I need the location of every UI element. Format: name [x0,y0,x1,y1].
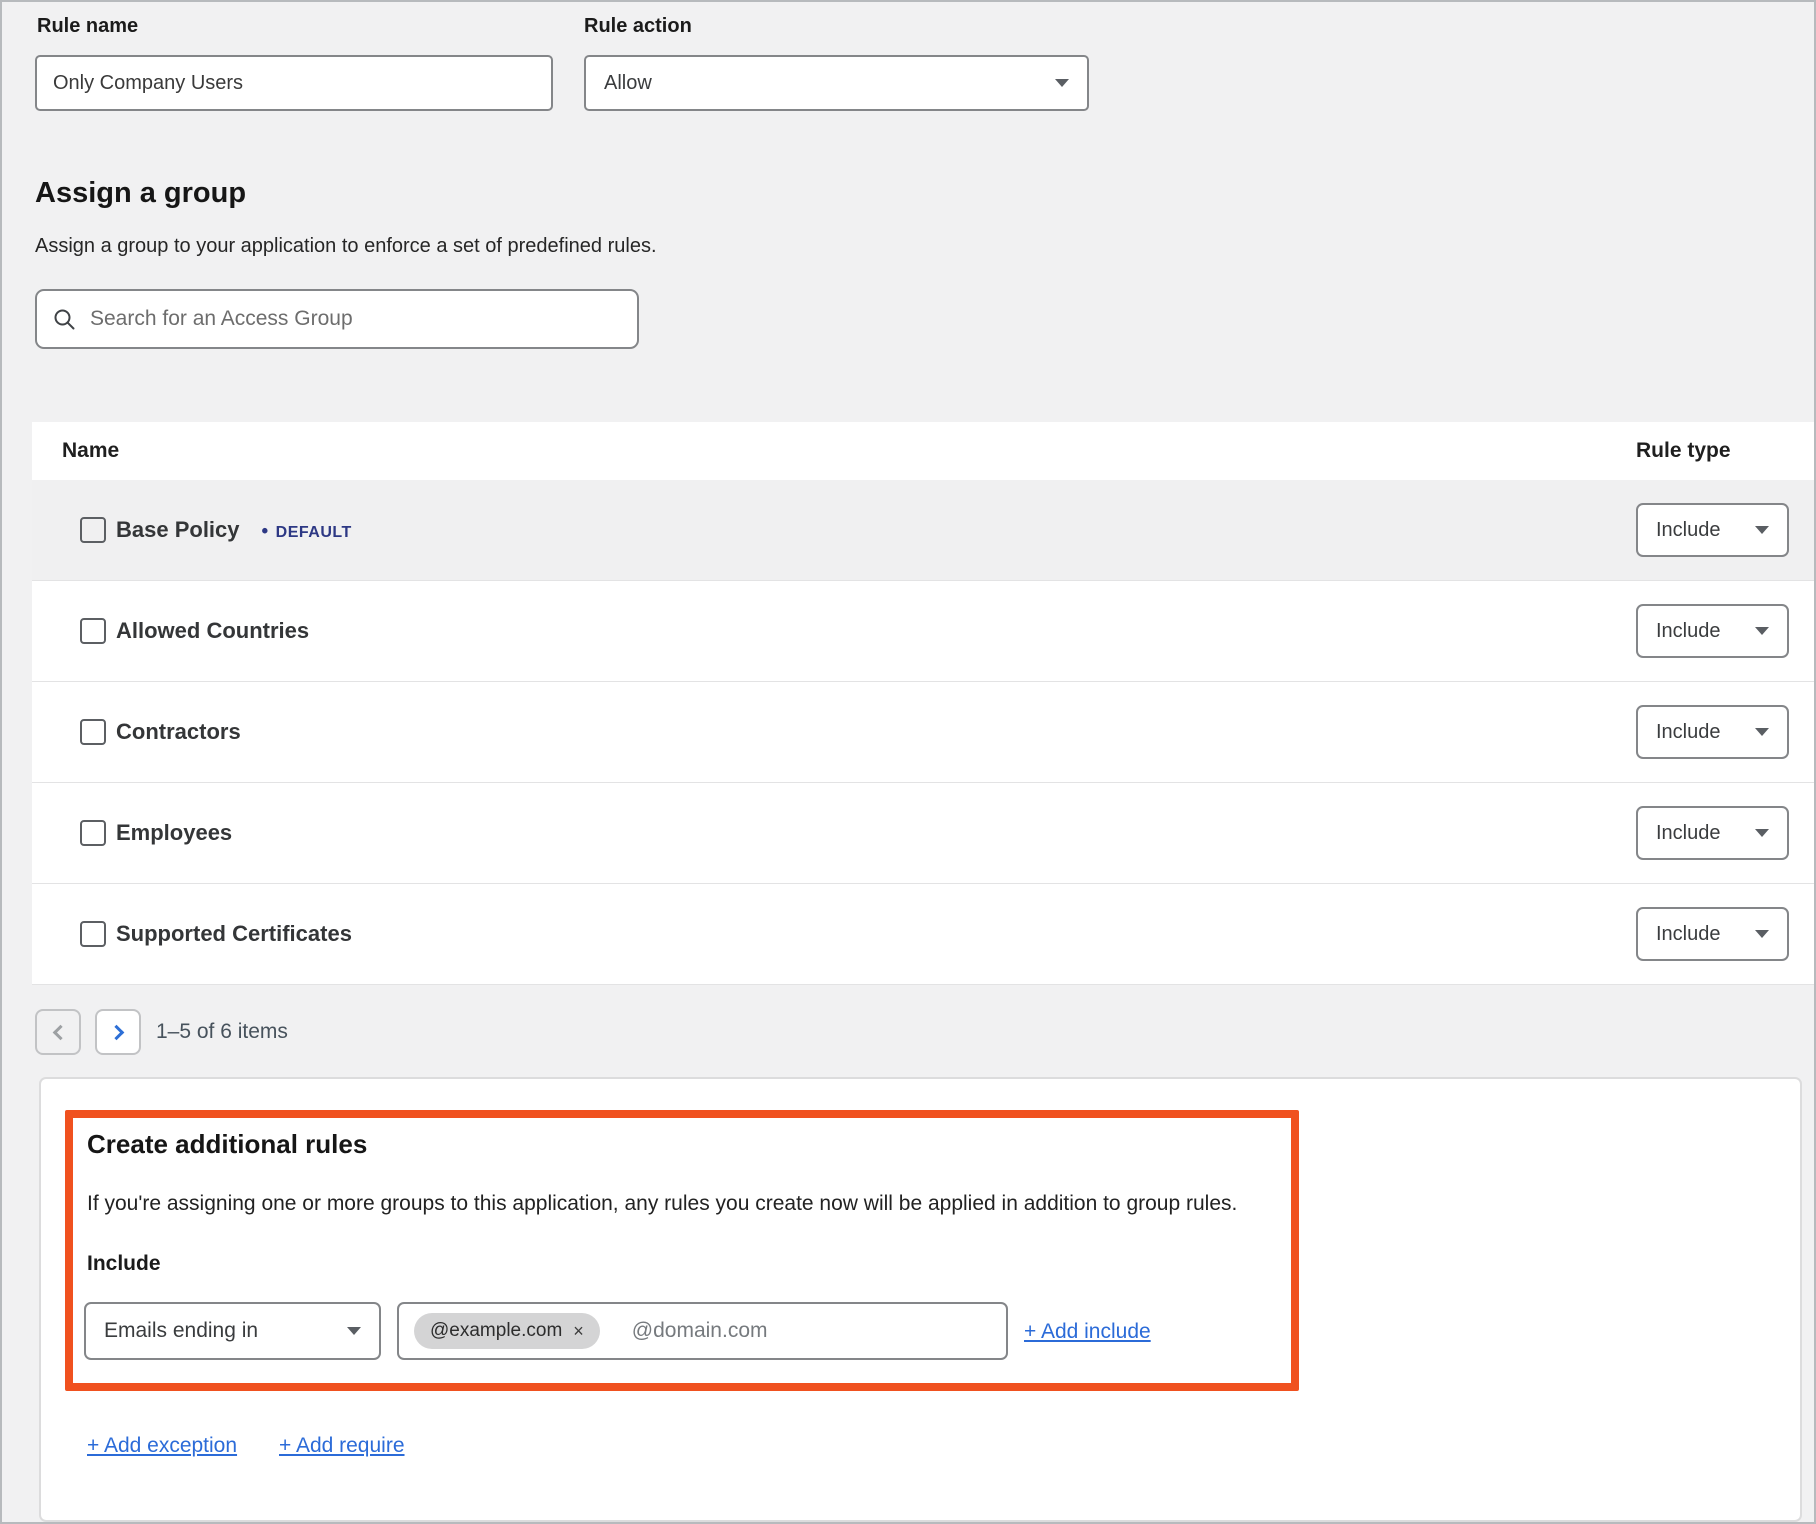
include-condition-value: Emails ending in [104,1319,347,1343]
group-name: Supported Certificates [116,921,352,947]
email-input-placeholder: @domain.com [632,1319,768,1343]
email-chip-value: @example.com [430,1320,562,1342]
include-condition-select[interactable]: Emails ending in [84,1302,381,1360]
default-badge: • DEFAULT [262,524,352,541]
additional-rules-title: Create additional rules [87,1129,367,1160]
chip-remove-icon[interactable]: × [573,1322,584,1340]
include-section-label: Include [87,1252,161,1276]
rule-type-select[interactable]: Include [1636,503,1789,557]
pagination-items-label: 1–5 of 6 items [156,1020,288,1044]
search-icon [53,308,76,331]
table-row-allowed-countries: Allowed Countries Include [32,581,1814,682]
rule-type-column-header: Rule type [1636,439,1789,463]
search-input[interactable] [90,307,621,331]
assign-group-description: Assign a group to your application to en… [35,235,657,258]
group-name: Allowed Countries [116,618,309,644]
chevron-down-icon [1755,930,1769,938]
chevron-down-icon [1755,627,1769,635]
previous-page-button[interactable] [35,1009,81,1055]
row-checkbox[interactable] [80,820,106,846]
chevron-down-icon [1755,728,1769,736]
chevron-down-icon [1755,829,1769,837]
rule-type-value: Include [1656,519,1755,542]
rule-name-input[interactable] [35,55,553,111]
chevron-down-icon [347,1327,361,1335]
add-exception-link[interactable]: + Add exception [87,1434,237,1458]
access-groups-table: Name Rule type Base Policy • DEFAULT Inclu… [32,422,1814,985]
badge-bullet-icon: • [262,521,269,542]
additional-rules-description: If you're assigning one or more groups t… [87,1192,1237,1216]
default-badge-label: DEFAULT [276,524,352,541]
row-checkbox[interactable] [80,719,106,745]
pagination: 1–5 of 6 items [35,1009,288,1055]
group-name: Contractors [116,719,241,745]
chevron-down-icon [1055,79,1069,87]
email-chip: @example.com × [414,1313,600,1349]
rule-type-select[interactable]: Include [1636,705,1789,759]
next-page-button[interactable] [95,1009,141,1055]
add-include-link[interactable]: + Add include [1024,1320,1151,1344]
rule-type-value: Include [1656,822,1755,845]
table-row-base-policy: Base Policy • DEFAULT Include [32,480,1814,581]
chevron-left-icon [52,1024,68,1040]
add-require-link[interactable]: + Add require [279,1434,405,1458]
rule-action-value: Allow [604,72,1055,95]
table-row-supported-certificates: Supported Certificates Include [32,884,1814,985]
rule-type-select[interactable]: Include [1636,604,1789,658]
email-domain-input[interactable]: @example.com × @domain.com [397,1302,1008,1360]
row-checkbox[interactable] [80,921,106,947]
rule-type-value: Include [1656,721,1755,744]
access-group-search[interactable] [35,289,639,349]
rule-type-select[interactable]: Include [1636,907,1789,961]
rule-type-value: Include [1656,620,1755,643]
rule-type-select[interactable]: Include [1636,806,1789,860]
rule-action-label: Rule action [584,15,692,38]
table-row-employees: Employees Include [32,783,1814,884]
row-checkbox[interactable] [80,517,106,543]
table-header-row: Name Rule type [32,422,1814,480]
group-name: Base Policy [116,517,240,542]
rule-action-select[interactable]: Allow [584,55,1089,111]
rule-type-value: Include [1656,923,1755,946]
group-name: Employees [116,820,232,846]
rule-name-label: Rule name [37,15,138,38]
access-rule-page: Rule name Rule action Allow Assign a gro… [0,0,1816,1524]
assign-group-title: Assign a group [35,177,246,210]
table-row-contractors: Contractors Include [32,682,1814,783]
name-column-header: Name [32,439,119,463]
chevron-down-icon [1755,526,1769,534]
chevron-right-icon [108,1024,124,1040]
row-checkbox[interactable] [80,618,106,644]
